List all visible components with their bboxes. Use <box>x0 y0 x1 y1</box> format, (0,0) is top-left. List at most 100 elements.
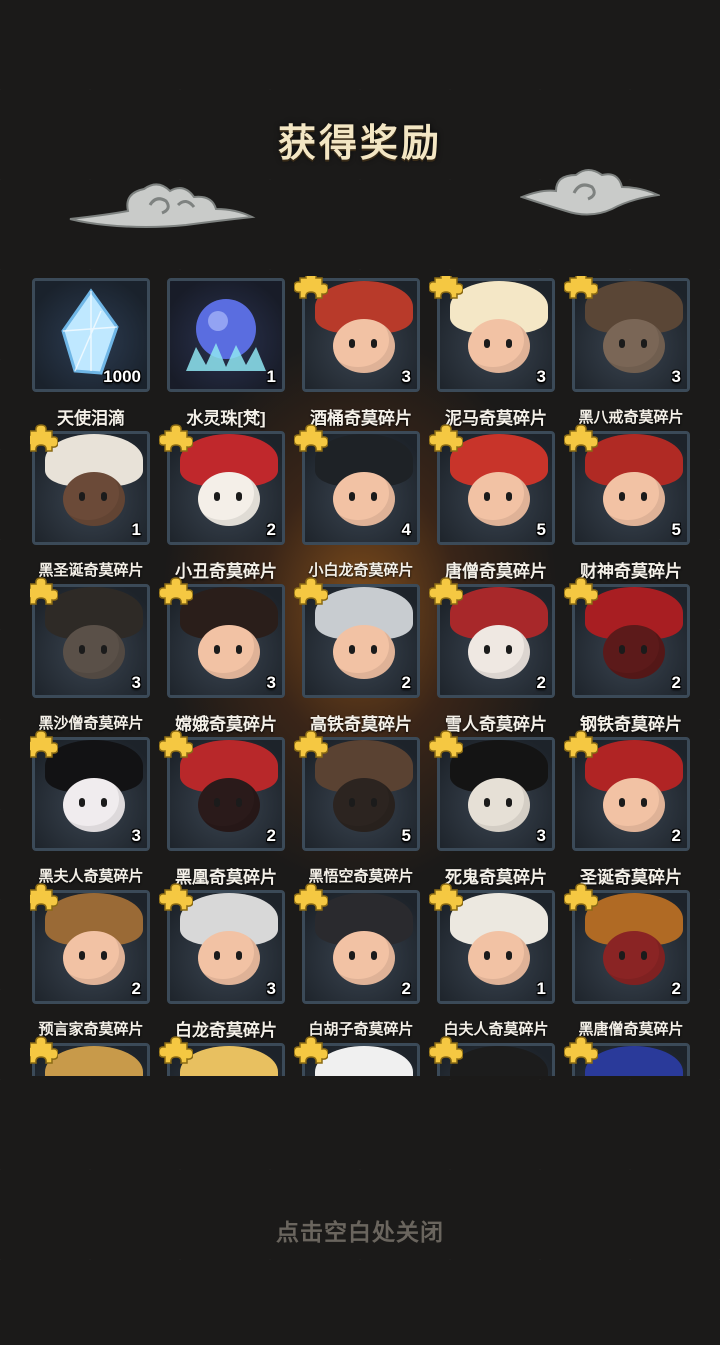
reward-item[interactable] <box>159 1036 287 1076</box>
reward-count: 3 <box>671 367 681 386</box>
portrait-eye <box>371 645 377 654</box>
portrait-eye <box>101 492 107 501</box>
portrait-face <box>63 778 125 832</box>
portrait-eye <box>619 798 625 807</box>
portrait-eye <box>484 798 490 807</box>
close-hint[interactable]: 点击空白处关闭 <box>0 1213 720 1247</box>
portrait-eye <box>641 798 647 807</box>
reward-count: 1000 <box>103 367 141 386</box>
portrait-face <box>603 319 665 373</box>
reward-item[interactable]: 2 黑唐僧奇莫碎片 <box>564 883 692 1041</box>
reward-count: 3 <box>131 826 141 845</box>
portrait-face <box>603 931 665 985</box>
portrait-hair <box>315 1046 413 1076</box>
portrait-eye <box>214 798 220 807</box>
reward-item[interactable] <box>429 1036 557 1076</box>
reward-item[interactable]: 2 黑凰奇莫碎片 <box>159 730 287 888</box>
portrait-eye <box>506 798 512 807</box>
reward-item[interactable]: 3 嫦娥奇莫碎片 <box>159 577 287 735</box>
reward-count: 2 <box>536 673 546 692</box>
portrait-face <box>198 472 260 526</box>
reward-count: 4 <box>401 520 411 539</box>
portrait-face <box>198 625 260 679</box>
reward-item[interactable]: 3 泥马奇莫碎片 <box>429 276 557 429</box>
portrait-face <box>63 931 125 985</box>
reward-item[interactable] <box>564 1036 692 1076</box>
portrait-eye <box>236 951 242 960</box>
puzzle-fragment-icon <box>159 883 193 911</box>
puzzle-fragment-icon <box>30 730 58 758</box>
reward-tile[interactable]: 1000 <box>32 278 150 392</box>
reward-item[interactable]: 3 酒桶奇莫碎片 <box>294 276 422 429</box>
portrait-eye <box>371 798 377 807</box>
puzzle-fragment-icon <box>294 577 328 605</box>
portrait-eye <box>641 339 647 348</box>
portrait-eye <box>619 339 625 348</box>
portrait-eye <box>484 492 490 501</box>
portrait-face <box>468 931 530 985</box>
reward-item[interactable]: 5 唐僧奇莫碎片 <box>429 424 557 582</box>
reward-item[interactable]: 5 黑悟空奇莫碎片 <box>294 730 422 888</box>
puzzle-fragment-icon <box>429 1036 463 1064</box>
portrait-face <box>333 625 395 679</box>
portrait-face <box>603 778 665 832</box>
portrait-face <box>468 625 530 679</box>
reward-item[interactable] <box>294 1036 422 1076</box>
portrait-eye <box>349 645 355 654</box>
reward-item[interactable]: 1 水灵珠[梵] <box>165 276 287 429</box>
portrait-eye <box>484 645 490 654</box>
reward-count: 2 <box>671 979 681 998</box>
reward-item[interactable]: 5 财神奇莫碎片 <box>564 424 692 582</box>
page-title: 获得奖励 <box>277 123 442 165</box>
puzzle-fragment-icon <box>564 424 598 452</box>
reward-list[interactable]: 1000 天使泪滴 1 水灵珠[梵] 3 酒桶奇莫碎片 3 泥马奇莫碎片 3 黑八戒奇莫碎片 1 黑圣… <box>30 276 692 1076</box>
reward-count: 2 <box>401 979 411 998</box>
reward-item[interactable]: 1 黑圣诞奇莫碎片 <box>30 424 152 582</box>
reward-item[interactable]: 3 黑八戒奇莫碎片 <box>564 276 692 429</box>
portrait-eye <box>506 339 512 348</box>
portrait-face <box>603 625 665 679</box>
portrait-face <box>198 778 260 832</box>
portrait-eye <box>79 951 85 960</box>
reward-item[interactable]: 2 预言家奇莫碎片 <box>30 883 152 1041</box>
reward-count: 3 <box>536 367 546 386</box>
reward-tile[interactable]: 1 <box>167 278 285 392</box>
portrait-eye <box>506 645 512 654</box>
portrait-eye <box>236 645 242 654</box>
reward-item[interactable]: 2 白胡子奇莫碎片 <box>294 883 422 1041</box>
reward-item[interactable]: 3 死鬼奇莫碎片 <box>429 730 557 888</box>
reward-item[interactable]: 2 雪人奇莫碎片 <box>429 577 557 735</box>
reward-item[interactable]: 2 高铁奇莫碎片 <box>294 577 422 735</box>
water-spirit-orb-icon <box>170 281 282 389</box>
portrait-eye <box>236 798 242 807</box>
puzzle-fragment-icon <box>159 577 193 605</box>
portrait-eye <box>214 645 220 654</box>
portrait-face <box>468 319 530 373</box>
portrait-eye <box>101 798 107 807</box>
portrait-eye <box>101 645 107 654</box>
reward-item[interactable]: 3 黑沙僧奇莫碎片 <box>30 577 152 735</box>
reward-item[interactable]: 2 圣诞奇莫碎片 <box>564 730 692 888</box>
puzzle-fragment-icon <box>30 577 58 605</box>
reward-count: 1 <box>266 367 276 386</box>
portrait-eye <box>371 492 377 501</box>
reward-item[interactable]: 1000 天使泪滴 <box>30 276 152 429</box>
puzzle-fragment-icon <box>564 730 598 758</box>
reward-item[interactable]: 3 白龙奇莫碎片 <box>159 883 287 1041</box>
portrait-hair <box>585 1046 683 1076</box>
reward-item[interactable]: 2 钢铁奇莫碎片 <box>564 577 692 735</box>
reward-item[interactable]: 4 小白龙奇莫碎片 <box>294 424 422 582</box>
portrait-eye <box>79 492 85 501</box>
portrait-hair <box>180 1046 278 1076</box>
reward-count: 1 <box>536 979 546 998</box>
puzzle-fragment-icon <box>429 276 463 299</box>
puzzle-fragment-icon <box>429 883 463 911</box>
reward-count: 2 <box>671 673 681 692</box>
reward-item[interactable]: 3 黑夫人奇莫碎片 <box>30 730 152 888</box>
puzzle-fragment-icon <box>294 276 328 299</box>
reward-item[interactable] <box>30 1036 152 1076</box>
reward-popup[interactable]: 获得奖励 1000 天使泪滴 1 水灵珠[梵] 3 酒桶奇莫碎片 3 泥马奇莫碎片 3 黑八戒奇莫… <box>0 0 720 1345</box>
portrait-eye <box>619 645 625 654</box>
reward-item[interactable]: 1 白夫人奇莫碎片 <box>429 883 557 1041</box>
reward-item[interactable]: 2 小丑奇莫碎片 <box>159 424 287 582</box>
